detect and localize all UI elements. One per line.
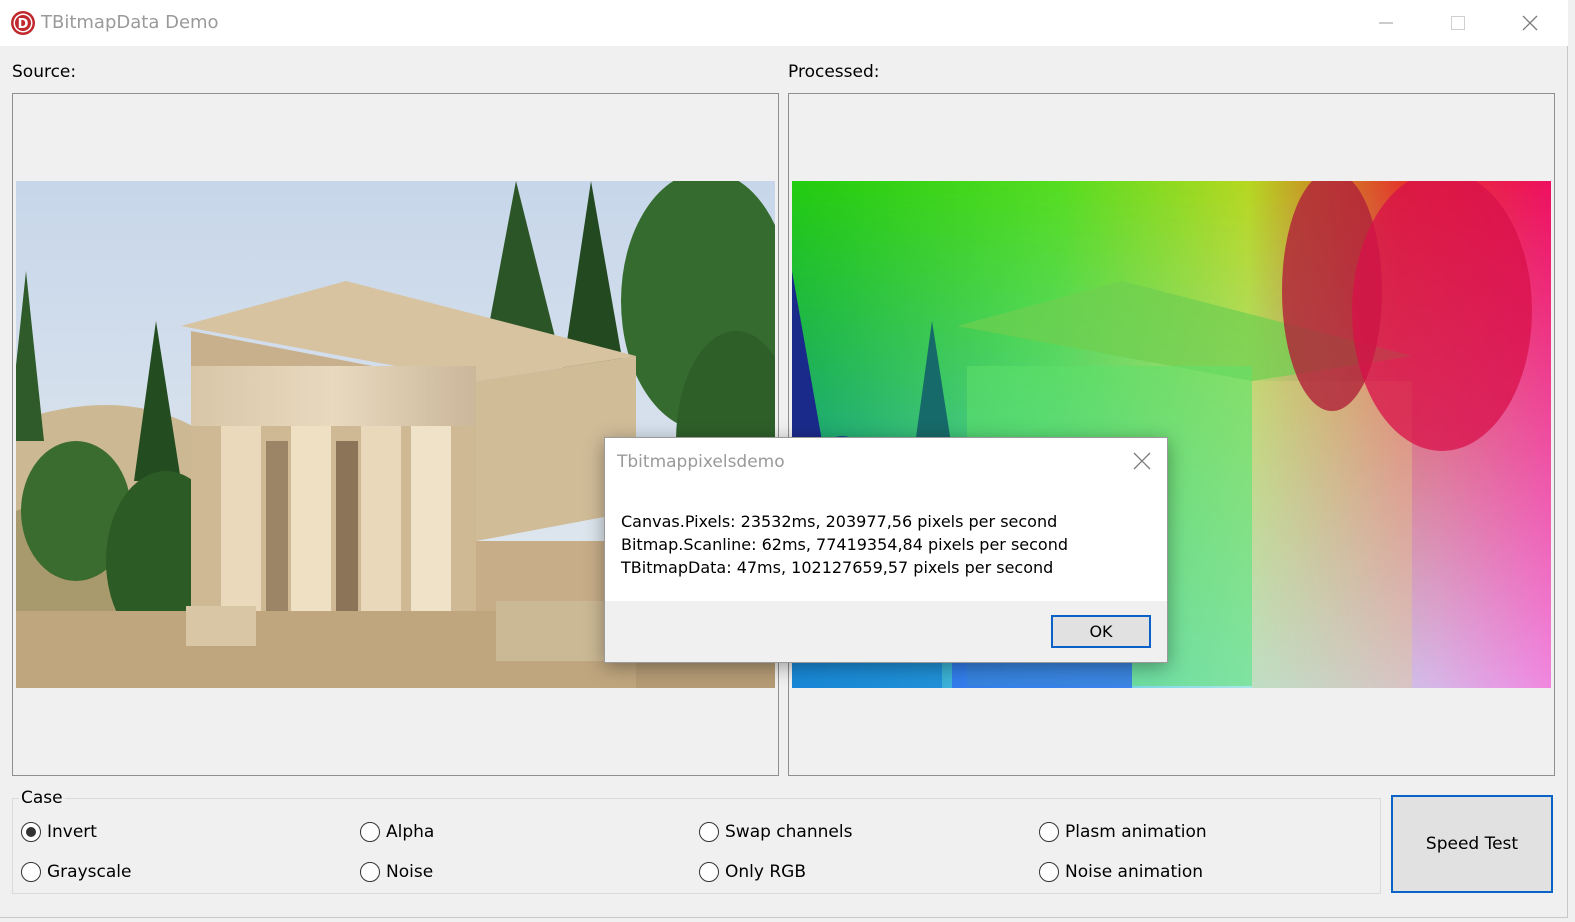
radio-noise[interactable]: Noise: [360, 862, 433, 882]
minimize-button[interactable]: [1350, 0, 1422, 46]
dialog-close-icon[interactable]: [1131, 450, 1153, 472]
source-label: Source:: [12, 62, 77, 82]
radio-alpha[interactable]: Alpha: [360, 822, 434, 842]
dialog-title: Tbitmappixelsdemo: [617, 452, 785, 472]
dialog-body: Tbitmappixelsdemo Canvas.Pixels: 23532ms…: [605, 438, 1167, 601]
radio-label: Noise animation: [1065, 862, 1204, 882]
processed-label: Processed:: [788, 62, 880, 82]
dialog-message: Canvas.Pixels: 23532ms, 203977,56 pixels…: [621, 510, 1068, 579]
radio-circle[interactable]: [360, 862, 380, 882]
radio-noise-animation[interactable]: Noise animation: [1039, 862, 1203, 882]
result-dialog: Tbitmappixelsdemo Canvas.Pixels: 23532ms…: [604, 437, 1168, 663]
radio-circle[interactable]: [1039, 862, 1059, 882]
radio-label: Invert: [47, 822, 97, 842]
app-window: D TBitmapData Demo Source: Processed: Ca…: [0, 0, 1568, 918]
radio-label: Swap channels: [725, 822, 853, 842]
radio-invert[interactable]: Invert: [21, 822, 97, 842]
radio-plasm-animation[interactable]: Plasm animation: [1039, 822, 1207, 842]
app-icon-letter: D: [18, 17, 29, 32]
title-bar[interactable]: D TBitmapData Demo: [0, 0, 1568, 46]
radio-circle[interactable]: [699, 862, 719, 882]
radio-label: Alpha: [386, 822, 435, 842]
radio-dot: [26, 827, 36, 837]
radio-label: Plasm animation: [1065, 822, 1207, 842]
radio-label: Noise: [386, 862, 434, 882]
result-line-canvas-pixels: Canvas.Pixels: 23532ms, 203977,56 pixels…: [621, 512, 1058, 531]
radio-circle[interactable]: [699, 822, 719, 842]
radio-label: Only RGB: [725, 862, 806, 882]
result-line-bitmap-scanline: Bitmap.Scanline: 62ms, 77419354,84 pixel…: [621, 535, 1069, 554]
radio-circle[interactable]: [1039, 822, 1059, 842]
case-group: Case Invert Alpha Swap channels Plasm an…: [12, 788, 1381, 894]
processed-image-panel: [788, 93, 1555, 776]
radio-label: Grayscale: [47, 862, 132, 882]
radio-circle[interactable]: [360, 822, 380, 842]
close-icon: [1522, 15, 1538, 31]
case-legend: Case: [19, 788, 65, 808]
radio-only-rgb[interactable]: Only RGB: [699, 862, 806, 882]
minimize-icon: [1379, 22, 1393, 24]
result-line-tbitmapdata: TBitmapData: 47ms, 102127659,57 pixels p…: [621, 558, 1054, 577]
window-title: TBitmapData Demo: [41, 12, 219, 33]
maximize-button[interactable]: [1422, 0, 1494, 46]
radio-circle[interactable]: [21, 822, 41, 842]
maximize-icon: [1451, 16, 1465, 30]
radio-swap-channels[interactable]: Swap channels: [699, 822, 852, 842]
ok-button[interactable]: OK: [1051, 615, 1151, 648]
radio-grayscale[interactable]: Grayscale: [21, 862, 131, 882]
close-button[interactable]: [1494, 0, 1566, 46]
source-image-panel: [12, 93, 779, 776]
speed-test-button[interactable]: Speed Test: [1391, 795, 1553, 893]
radio-circle[interactable]: [21, 862, 41, 882]
delphi-app-icon: D: [11, 11, 35, 35]
